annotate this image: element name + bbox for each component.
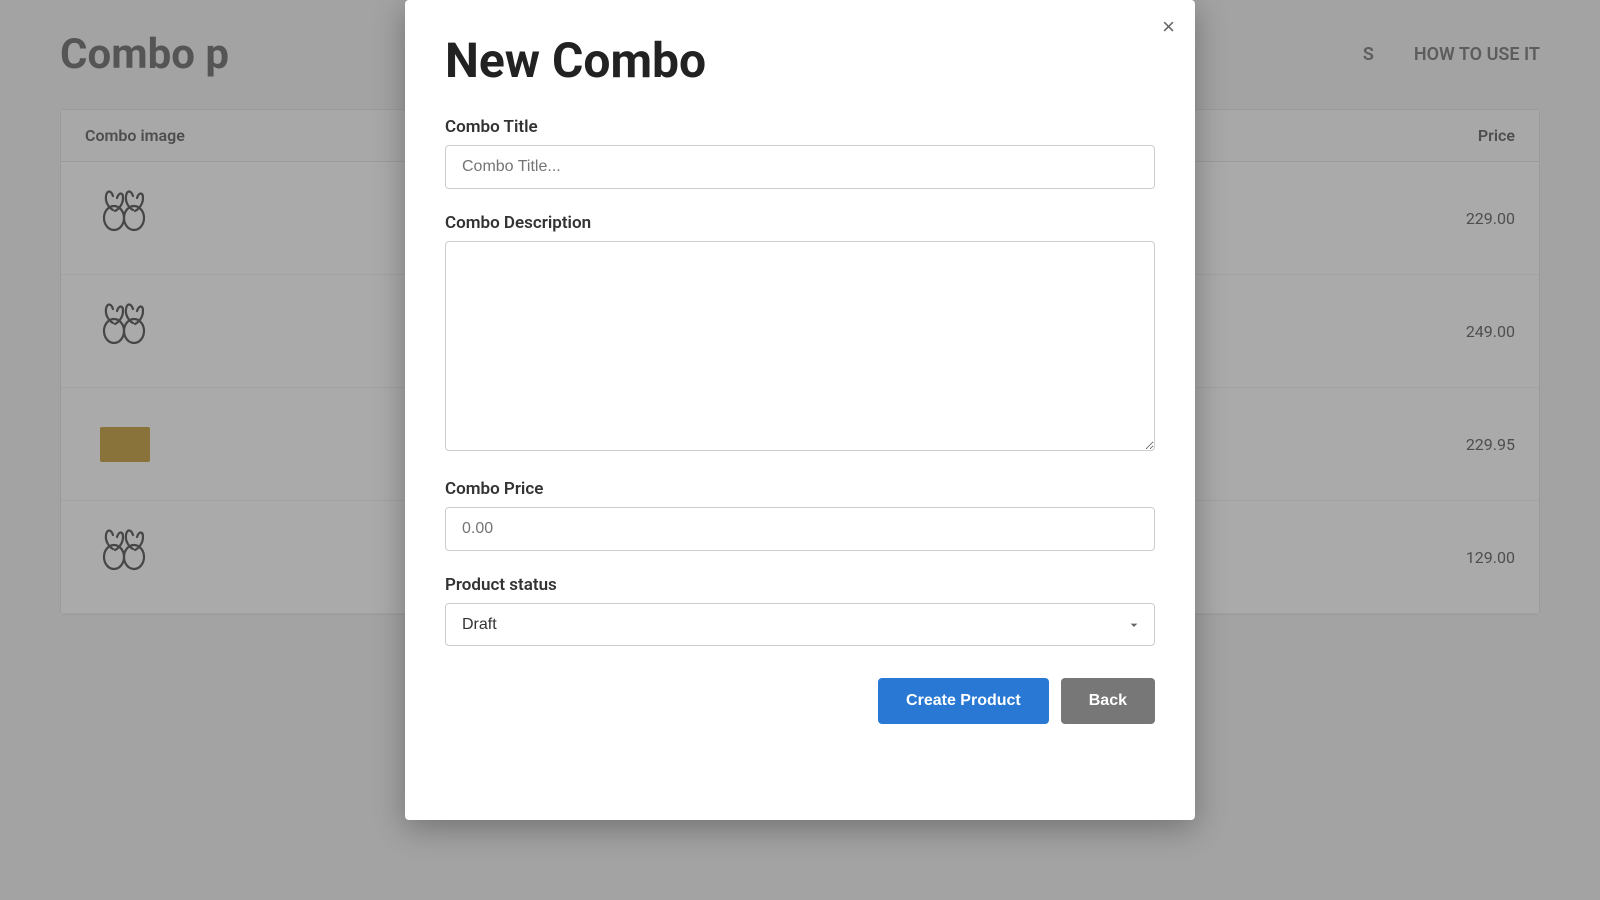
- close-button[interactable]: ×: [1162, 16, 1175, 38]
- combo-description-label: Combo Description: [445, 213, 1155, 233]
- combo-description-textarea[interactable]: [445, 241, 1155, 451]
- modal-title: New Combo: [445, 32, 1155, 89]
- combo-price-label: Combo Price: [445, 479, 1155, 499]
- modal-dialog: × New Combo Combo Title Combo Descriptio…: [405, 0, 1195, 820]
- combo-title-label: Combo Title: [445, 117, 1155, 137]
- create-product-button[interactable]: Create Product: [878, 678, 1049, 724]
- combo-price-group: Combo Price: [445, 479, 1155, 551]
- back-button[interactable]: Back: [1061, 678, 1155, 724]
- product-status-group: Product status Draft Active Archived: [445, 575, 1155, 646]
- combo-title-group: Combo Title: [445, 117, 1155, 189]
- product-status-label: Product status: [445, 575, 1155, 595]
- modal-footer: Create Product Back: [445, 678, 1155, 724]
- combo-title-input[interactable]: [445, 145, 1155, 189]
- product-status-select[interactable]: Draft Active Archived: [445, 603, 1155, 646]
- combo-description-group: Combo Description: [445, 213, 1155, 455]
- combo-price-input[interactable]: [445, 507, 1155, 551]
